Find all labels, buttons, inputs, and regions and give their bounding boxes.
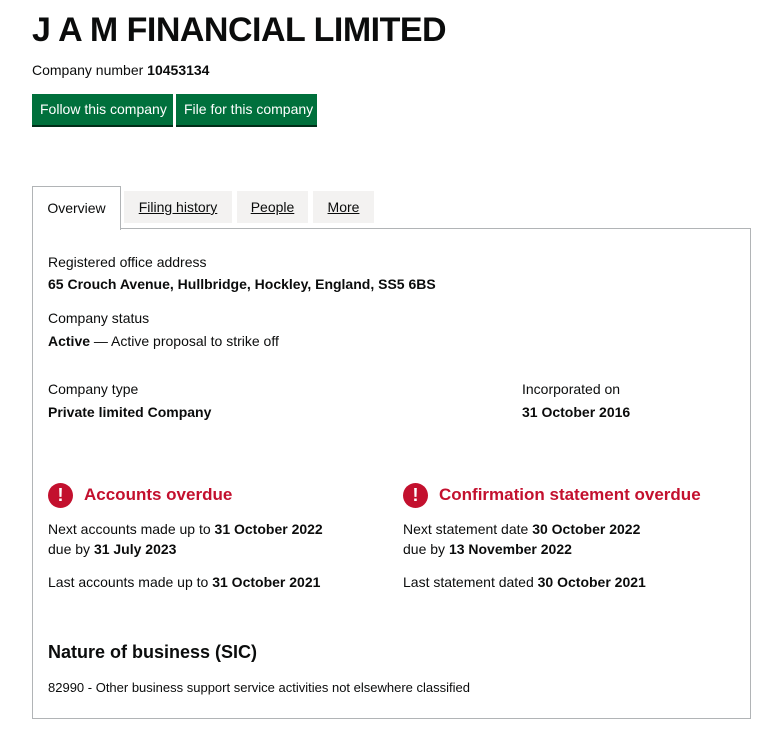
follow-company-button[interactable]: Follow this company bbox=[32, 94, 173, 125]
confirmation-last: Last statement dated 30 October 2021 bbox=[403, 573, 646, 592]
accounts-warning-icon: ! bbox=[48, 483, 73, 508]
tab-overview[interactable]: Overview bbox=[32, 186, 121, 230]
confirmation-next: Next statement date 30 October 2022 bbox=[403, 520, 640, 539]
company-status-label: Company status bbox=[48, 310, 150, 326]
accounts-overdue-title: Accounts overdue bbox=[84, 485, 233, 504]
confirmation-due-label: due by bbox=[403, 541, 449, 557]
confirmation-overdue-title: Confirmation statement overdue bbox=[439, 485, 701, 504]
confirmation-next-value: 30 October 2022 bbox=[532, 521, 641, 537]
sic-heading: Nature of business (SIC) bbox=[48, 642, 258, 662]
accounts-due-label: due by bbox=[48, 541, 94, 557]
tab-more[interactable]: More bbox=[313, 191, 374, 223]
accounts-next-label: Next accounts made up to bbox=[48, 521, 215, 537]
confirmation-due: due by 13 November 2022 bbox=[403, 540, 572, 559]
accounts-next-value: 31 October 2022 bbox=[214, 521, 323, 537]
company-type-label: Company type bbox=[48, 381, 139, 397]
confirmation-due-value: 13 November 2022 bbox=[448, 541, 572, 557]
status-detail: — Active proposal to strike off bbox=[90, 333, 279, 349]
company-number-value: 10453134 bbox=[147, 62, 210, 78]
confirmation-warning-icon: ! bbox=[403, 483, 428, 508]
company-type-value: Private limited Company bbox=[48, 404, 212, 420]
accounts-last-value: 31 October 2021 bbox=[212, 574, 321, 590]
tab-people[interactable]: People bbox=[237, 191, 308, 223]
file-for-company-button[interactable]: File for this company bbox=[176, 94, 317, 125]
accounts-last: Last accounts made up to 31 October 2021 bbox=[48, 573, 320, 592]
registered-office-label: Registered office address bbox=[48, 254, 207, 270]
confirmation-last-value: 30 October 2021 bbox=[537, 574, 646, 590]
company-status-value: Active — Active proposal to strike off bbox=[48, 332, 279, 350]
sic-item: 82990 - Other business support service a… bbox=[48, 680, 470, 695]
accounts-due-value: 31 July 2023 bbox=[93, 541, 177, 557]
status-active: Active bbox=[48, 333, 91, 349]
company-number: Company number 10453134 bbox=[32, 61, 209, 79]
accounts-last-label: Last accounts made up to bbox=[48, 574, 213, 590]
incorporated-label: Incorporated on bbox=[522, 381, 621, 397]
confirmation-next-label: Next statement date bbox=[403, 521, 533, 537]
accounts-due: due by 31 July 2023 bbox=[48, 540, 176, 559]
tab-filing-history[interactable]: Filing history bbox=[124, 191, 232, 223]
registered-office-address: 65 Crouch Avenue, Hullbridge, Hockley, E… bbox=[48, 276, 436, 292]
incorporated-value: 31 October 2016 bbox=[522, 404, 631, 420]
company-name: J A M FINANCIAL LIMITED bbox=[32, 11, 447, 49]
confirmation-last-label: Last statement dated bbox=[403, 574, 538, 590]
accounts-next: Next accounts made up to 31 October 2022 bbox=[48, 520, 323, 539]
company-number-label: Company number bbox=[32, 62, 144, 78]
